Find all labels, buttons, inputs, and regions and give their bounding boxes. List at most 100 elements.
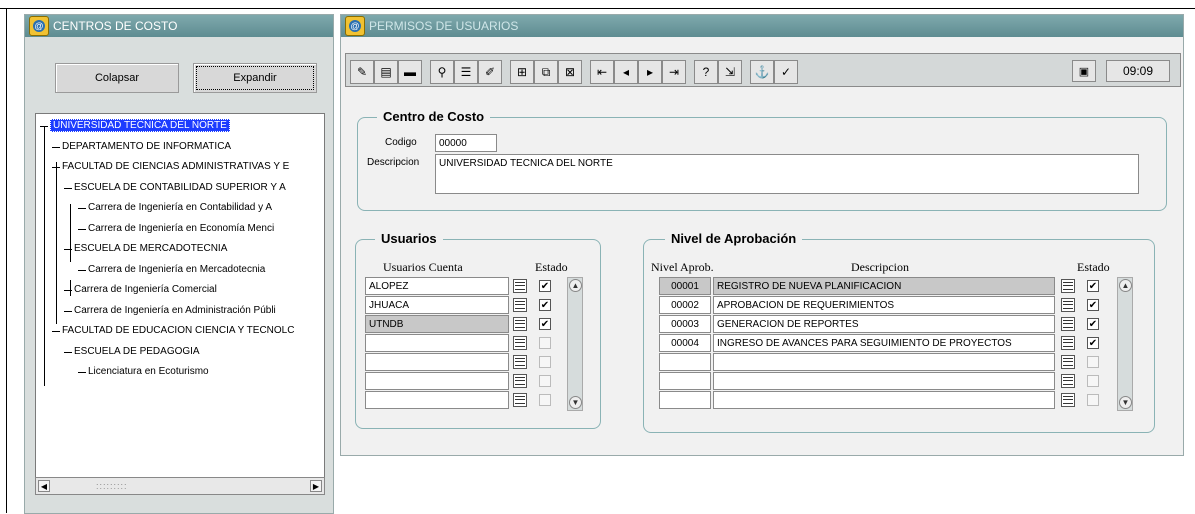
usuario-cuenta-field[interactable]: UTNDB [365,315,509,333]
estado-checkbox[interactable] [539,394,551,406]
nivel-descripcion-field[interactable] [713,353,1055,371]
scroll-left-arrow-icon[interactable]: ◀ [38,480,50,492]
nivel-aprob-field[interactable]: 00001 [659,277,711,295]
list-of-values-icon[interactable] [513,393,527,407]
list-of-values-icon[interactable] [1061,317,1075,331]
tree-node[interactable]: DEPARTAMENTO DE INFORMATICA [62,141,231,152]
previous-record-icon[interactable]: ◂ [614,60,638,84]
descripcion-field[interactable]: UNIVERSIDAD TECNICA DEL NORTE [435,154,1139,194]
scroll-thumb[interactable]: ::::::::: [96,482,128,491]
estado-checkbox[interactable] [539,356,551,368]
nivel-descripcion-field[interactable]: GENERACION DE REPORTES [713,315,1055,333]
usuario-cuenta-field[interactable]: ALOPEZ [365,277,509,295]
estado-checkbox[interactable]: ✔ [1087,280,1099,292]
tree-node[interactable]: Carrera de Ingeniería en Administración … [74,305,276,316]
list-of-values-icon[interactable] [513,298,527,312]
save-icon[interactable]: ▤ [374,60,398,84]
usuario-cuenta-field[interactable] [365,372,509,390]
scroll-right-arrow-icon[interactable]: ▶ [310,480,322,492]
nivel-descripcion-field[interactable]: APROBACION DE REQUERIMIENTOS [713,296,1055,314]
scroll-down-arrow-icon[interactable]: ▼ [569,396,582,409]
help-icon[interactable]: ? [694,60,718,84]
nivel-aprob-field[interactable] [659,353,711,371]
list-of-values-icon[interactable] [1061,393,1075,407]
tree-node[interactable]: ESCUELA DE MERCADOTECNIA [74,243,227,254]
tree-node[interactable]: Licenciatura en Ecoturismo [88,366,209,377]
permisos-window: @ PERMISOS DE USUARIOS ▣ 09:09 ✎ ▤ ▬ ⚲ ☰ ✐ ⊞ ⧉ ⊠… [340,14,1184,456]
check-icon[interactable]: ✓ [774,60,798,84]
tree-node[interactable]: UNIVERSIDAD TECNICA DEL NORTE [50,119,230,132]
list-of-values-icon[interactable] [513,279,527,293]
scroll-up-arrow-icon[interactable]: ▲ [1119,279,1132,292]
exit-icon[interactable]: ⇲ [718,60,742,84]
nivel-aprob-field[interactable]: 00002 [659,296,711,314]
oracle-forms-icon: @ [345,16,365,36]
expand-button[interactable]: Expandir [193,63,317,93]
tree-connector [52,331,60,332]
tree-node[interactable]: ESCUELA DE PEDAGOGIA [74,346,200,357]
nivel-descripcion-field[interactable]: REGISTRO DE NUEVA PLANIFICACION [713,277,1055,295]
tree-node[interactable]: ESCUELA DE CONTABILIDAD SUPERIOR Y A [74,182,286,193]
usuario-cuenta-field[interactable]: JHUACA [365,296,509,314]
codigo-field[interactable]: 00000 [435,134,497,152]
tree-node[interactable]: FACULTAD DE EDUCACION CIENCIA Y TECNOLC [62,325,294,336]
list-of-values-icon[interactable] [1061,279,1075,293]
usuario-cuenta-field[interactable] [365,353,509,371]
list-of-values-icon[interactable] [513,374,527,388]
list-of-values-icon[interactable] [1061,336,1075,350]
list-of-values-icon[interactable] [1061,355,1075,369]
estado-checkbox[interactable]: ✔ [1087,318,1099,330]
tree-node[interactable]: Carrera de Ingeniería en Economía Menci [88,223,274,234]
nivel-descripcion-field[interactable] [713,372,1055,390]
estado-checkbox[interactable]: ✔ [539,280,551,292]
last-record-icon[interactable]: ⇥ [662,60,686,84]
centros-window: @ CENTROS DE COSTO Colapsar Expandir UNI… [24,14,334,514]
tree-node-label: DEPARTAMENTO DE INFORMATICA [62,140,232,152]
clear-icon[interactable]: ✎ [350,60,374,84]
tree-node[interactable]: Carrera de Ingeniería Comercial [74,284,217,295]
first-record-icon[interactable]: ⇤ [590,60,614,84]
list-of-values-icon[interactable] [1061,374,1075,388]
tree-node[interactable]: Carrera de Ingeniería en Contabilidad y … [88,202,272,213]
estado-checkbox[interactable] [1087,356,1099,368]
print-icon[interactable]: ▬ [398,60,422,84]
edit-icon[interactable]: ✐ [478,60,502,84]
tree-horizontal-scrollbar[interactable]: ◀ ::::::::: ▶ [35,477,325,495]
list-of-values-icon[interactable] [513,336,527,350]
insert-record-icon[interactable]: ⊞ [510,60,534,84]
cost-center-tree[interactable]: UNIVERSIDAD TECNICA DEL NORTE DEPARTAMENT… [35,113,325,495]
usuario-cuenta-field[interactable] [365,391,509,409]
estado-checkbox[interactable] [1087,394,1099,406]
list-icon[interactable]: ☰ [454,60,478,84]
estado-checkbox[interactable] [1087,375,1099,387]
tree-node[interactable]: FACULTAD DE CIENCIAS ADMINISTRATIVAS Y E [62,161,289,172]
duplicate-record-icon[interactable]: ⧉ [534,60,558,84]
nivel-aprob-field[interactable]: 00004 [659,334,711,352]
collapse-button[interactable]: Colapsar [55,63,179,93]
scroll-down-arrow-icon[interactable]: ▼ [1119,396,1132,409]
scroll-up-arrow-icon[interactable]: ▲ [569,279,582,292]
nivel-aprob-field[interactable] [659,391,711,409]
estado-checkbox[interactable]: ✔ [1087,299,1099,311]
nivel-aprob-field[interactable] [659,372,711,390]
usuario-cuenta-field[interactable] [365,334,509,352]
list-of-values-icon[interactable] [513,355,527,369]
estado-checkbox[interactable]: ✔ [539,299,551,311]
usuarios-scrollbar[interactable]: ▲ ▼ [567,277,583,411]
key-icon[interactable]: ⚓ [750,60,774,84]
estado-checkbox[interactable]: ✔ [1087,337,1099,349]
estado-checkbox[interactable] [539,375,551,387]
delete-record-icon[interactable]: ⊠ [558,60,582,84]
next-record-icon[interactable]: ▸ [638,60,662,84]
query-icon[interactable]: ⚲ [430,60,454,84]
estado-checkbox[interactable]: ✔ [539,318,551,330]
nivel-scrollbar[interactable]: ▲ ▼ [1117,277,1133,411]
calendar-icon[interactable]: ▣ [1072,60,1096,82]
list-of-values-icon[interactable] [513,317,527,331]
nivel-aprob-field[interactable]: 00003 [659,315,711,333]
tree-node[interactable]: Carrera de Ingeniería en Mercadotecnia [88,264,265,275]
nivel-descripcion-field[interactable] [713,391,1055,409]
nivel-descripcion-field[interactable]: INGRESO DE AVANCES PARA SEGUIMIENTO DE P… [713,334,1055,352]
estado-checkbox[interactable] [539,337,551,349]
list-of-values-icon[interactable] [1061,298,1075,312]
